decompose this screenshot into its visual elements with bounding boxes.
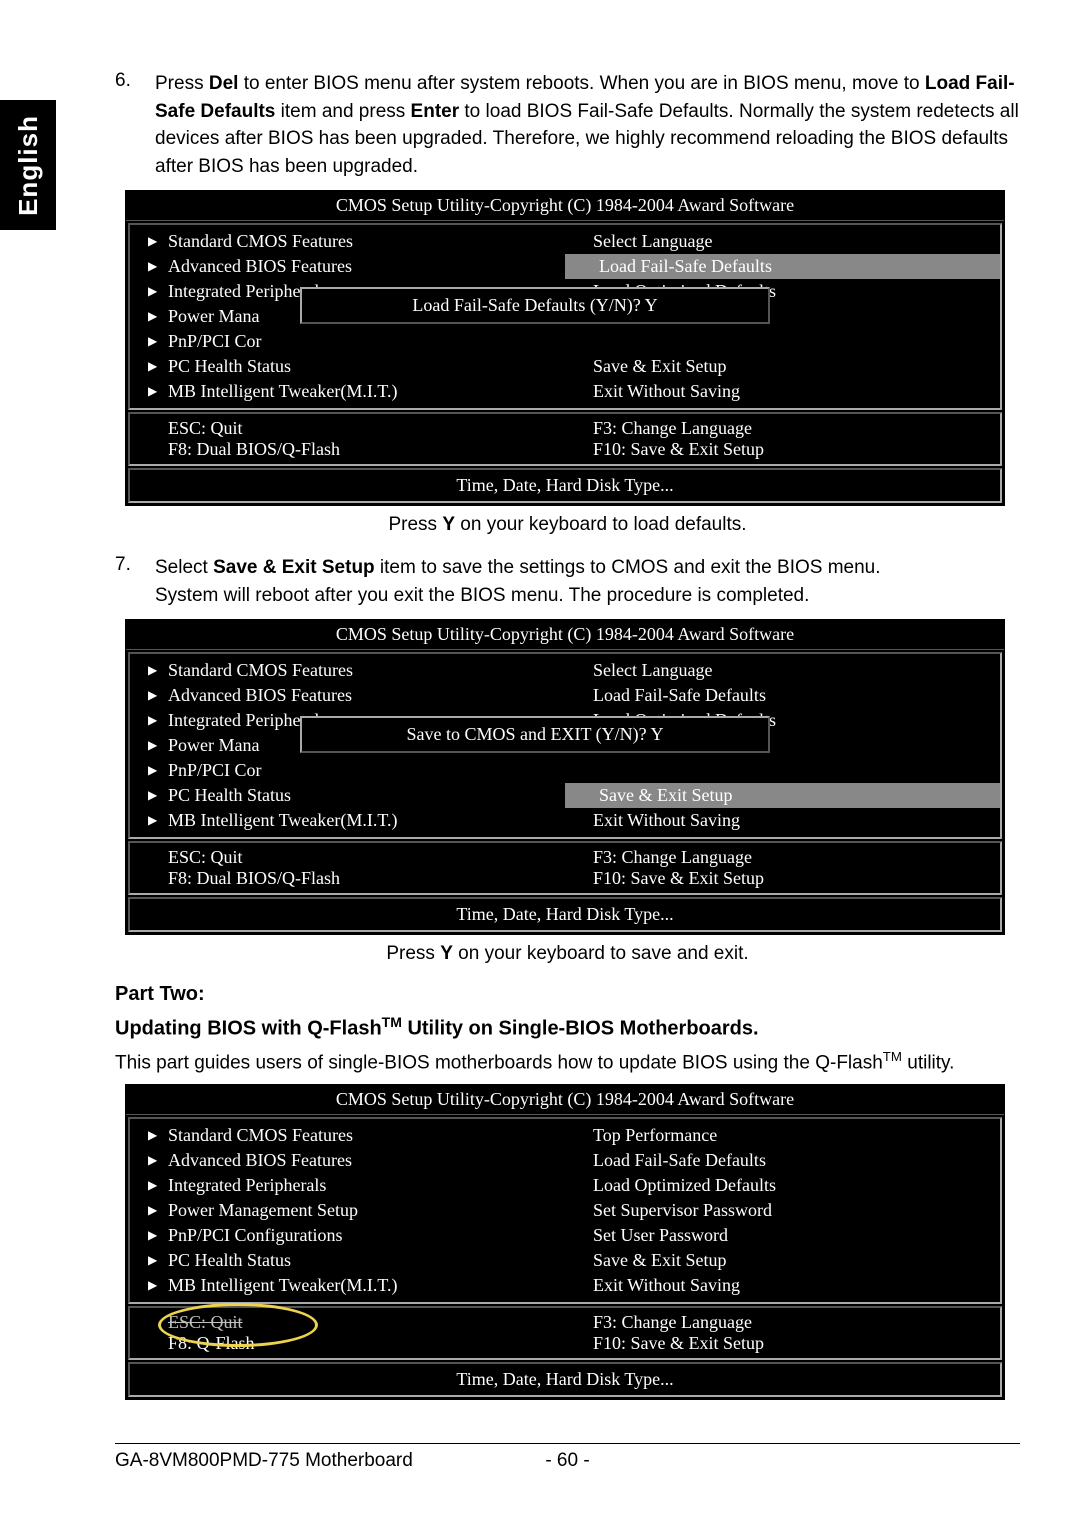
arrow-icon: ▶ [148, 738, 157, 753]
arrow-icon: ▶ [148, 284, 157, 299]
step-body: Press Del to enter BIOS menu after syste… [155, 70, 1020, 180]
menu-item[interactable]: ▶MB Intelligent Tweaker(M.I.T.) [130, 379, 565, 404]
bios-help-line: Time, Date, Hard Disk Type... [128, 1362, 1002, 1397]
instruction-list: 6. Press Del to enter BIOS menu after sy… [115, 70, 1020, 180]
instruction-list: 7. Select Save & Exit Setup item to save… [115, 554, 1020, 609]
menu-item[interactable]: ▶PnP/PCI Configurations [130, 1223, 565, 1248]
menu-item[interactable]: Exit Without Saving [565, 808, 1000, 833]
language-tab-label: English [13, 115, 44, 216]
step-body: Select Save & Exit Setup item to save th… [155, 554, 1020, 609]
bios-key-hints: ESC: QuitF8: Q-Flash F3: Change Language… [128, 1306, 1002, 1360]
bios-screen-qflash: CMOS Setup Utility-Copyright (C) 1984-20… [125, 1084, 1005, 1400]
caption: Press Y on your keyboard to save and exi… [115, 943, 1020, 965]
menu-item[interactable]: ▶Integrated Peripherals [130, 1173, 565, 1198]
bios-screen-save-exit: CMOS Setup Utility-Copyright (C) 1984-20… [125, 619, 1005, 935]
menu-item[interactable]: Select Language [565, 658, 1000, 683]
caption: Press Y on your keyboard to load default… [115, 514, 1020, 536]
menu-item[interactable]: ▶PC Health Status [130, 783, 565, 808]
menu-item[interactable]: ▶PC Health Status [130, 1248, 565, 1273]
arrow-icon: ▶ [148, 1253, 157, 1268]
arrow-icon: ▶ [148, 1178, 157, 1193]
confirm-dialog[interactable]: Load Fail-Safe Defaults (Y/N)? Y [300, 287, 770, 324]
arrow-icon: ▶ [148, 788, 157, 803]
arrow-icon: ▶ [148, 234, 157, 249]
part-two-intro: This part guides users of single-BIOS mo… [115, 1049, 1020, 1074]
arrow-icon: ▶ [148, 1228, 157, 1243]
bios-title: CMOS Setup Utility-Copyright (C) 1984-20… [126, 620, 1004, 650]
bios-key-hints: ESC: QuitF8: Dual BIOS/Q-Flash F3: Chang… [128, 412, 1002, 466]
arrow-icon: ▶ [148, 1278, 157, 1293]
menu-item[interactable]: Save & Exit Setup [565, 1248, 1000, 1273]
bios-help-line: Time, Date, Hard Disk Type... [128, 468, 1002, 503]
menu-item[interactable]: ▶PnP/PCI Cor [130, 329, 565, 354]
menu-item[interactable]: ▶PC Health Status [130, 354, 565, 379]
bios-title: CMOS Setup Utility-Copyright (C) 1984-20… [126, 1085, 1004, 1115]
bios-title: CMOS Setup Utility-Copyright (C) 1984-20… [126, 191, 1004, 221]
menu-item[interactable]: ▶Standard CMOS Features [130, 229, 565, 254]
menu-item[interactable]: ▶MB Intelligent Tweaker(M.I.T.) [130, 808, 565, 833]
arrow-icon: ▶ [148, 1203, 157, 1218]
step-7: 7. Select Save & Exit Setup item to save… [115, 554, 1020, 609]
arrow-icon: ▶ [148, 813, 157, 828]
page-number: - 60 - [115, 1450, 1020, 1472]
menu-item-selected[interactable]: Load Fail-Safe Defaults [565, 254, 1000, 279]
bios-key-hints: ESC: QuitF8: Dual BIOS/Q-Flash F3: Chang… [128, 841, 1002, 895]
language-tab: English [0, 100, 56, 230]
arrow-icon: ▶ [148, 359, 157, 374]
menu-item[interactable]: Set User Password [565, 1223, 1000, 1248]
arrow-icon: ▶ [148, 259, 157, 274]
bios-help-line: Time, Date, Hard Disk Type... [128, 897, 1002, 932]
menu-item[interactable]: Top Performance [565, 1123, 1000, 1148]
bios-screen-load-defaults: CMOS Setup Utility-Copyright (C) 1984-20… [125, 190, 1005, 506]
menu-item[interactable]: Set Supervisor Password [565, 1198, 1000, 1223]
step-number: 7. [115, 554, 155, 609]
menu-item[interactable]: ▶Advanced BIOS Features [130, 1148, 565, 1173]
arrow-icon: ▶ [148, 1128, 157, 1143]
menu-item[interactable]: ▶Standard CMOS Features [130, 1123, 565, 1148]
arrow-icon: ▶ [148, 688, 157, 703]
menu-item-selected[interactable]: Save & Exit Setup [565, 783, 1000, 808]
menu-item[interactable]: Load Fail-Safe Defaults [565, 1148, 1000, 1173]
menu-item[interactable]: Save & Exit Setup [565, 354, 1000, 379]
step-6: 6. Press Del to enter BIOS menu after sy… [115, 70, 1020, 180]
arrow-icon: ▶ [148, 309, 157, 324]
step-number: 6. [115, 70, 155, 180]
arrow-icon: ▶ [148, 763, 157, 778]
arrow-icon: ▶ [148, 384, 157, 399]
menu-item[interactable]: Exit Without Saving [565, 379, 1000, 404]
menu-item[interactable]: Load Fail-Safe Defaults [565, 683, 1000, 708]
confirm-dialog[interactable]: Save to CMOS and EXIT (Y/N)? Y [300, 716, 770, 753]
arrow-icon: ▶ [148, 1153, 157, 1168]
menu-item[interactable]: Load Optimized Defaults [565, 1173, 1000, 1198]
menu-item[interactable]: Exit Without Saving [565, 1273, 1000, 1298]
part-two-section: Part Two: Updating BIOS with Q-FlashTM U… [115, 983, 1020, 1074]
arrow-icon: ▶ [148, 713, 157, 728]
menu-item[interactable]: Select Language [565, 229, 1000, 254]
page-footer: GA-8VM800PMD-775 Motherboard - 60 - [115, 1443, 1020, 1472]
menu-item[interactable]: ▶Power Management Setup [130, 1198, 565, 1223]
menu-item[interactable]: ▶Standard CMOS Features [130, 658, 565, 683]
part-two-subheading: Updating BIOS with Q-FlashTM Utility on … [115, 1014, 1020, 1041]
arrow-icon: ▶ [148, 334, 157, 349]
menu-item[interactable]: ▶PnP/PCI Cor [130, 758, 565, 783]
part-two-heading: Part Two: [115, 983, 1020, 1006]
menu-item[interactable]: ▶MB Intelligent Tweaker(M.I.T.) [130, 1273, 565, 1298]
menu-item[interactable]: ▶Advanced BIOS Features [130, 683, 565, 708]
menu-item[interactable]: ▶Advanced BIOS Features [130, 254, 565, 279]
arrow-icon: ▶ [148, 663, 157, 678]
